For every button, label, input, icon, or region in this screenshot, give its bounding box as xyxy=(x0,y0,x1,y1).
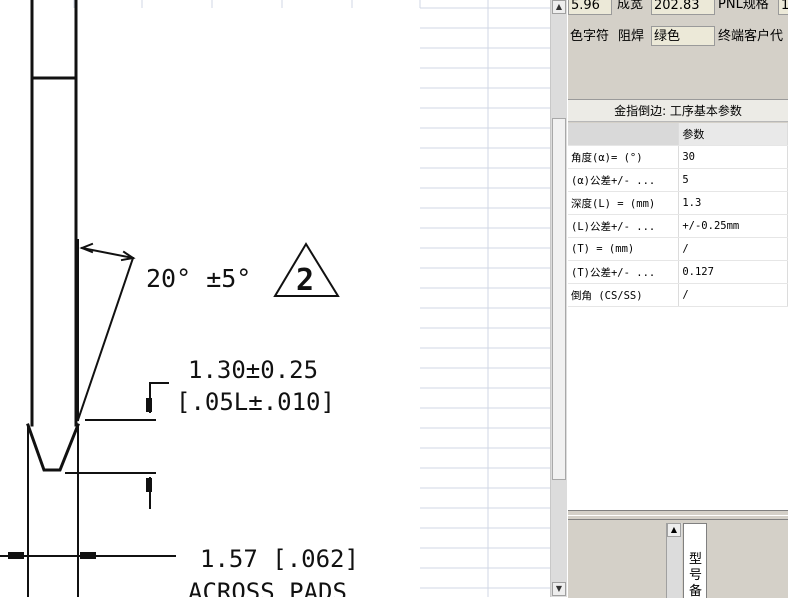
param-value[interactable]: 1.3 xyxy=(678,191,788,215)
depth-arrow xyxy=(146,398,152,412)
chamfer-drawing: 20° ±5° 2 1.30±0.25 [.05L±.010] 1.57 [.0… xyxy=(0,0,359,597)
table-row[interactable]: (α)公差+/- ... 5 xyxy=(568,168,788,192)
parameter-panel: 5.96 成宽 202.83 PNL规格 1 色字符 阻焊 绿色 终端客户代 金… xyxy=(568,0,788,599)
param-value[interactable]: 30 xyxy=(678,145,788,169)
tip-arrow xyxy=(146,478,152,492)
end-customer-label: 终端客户代 xyxy=(718,29,784,44)
param-name: (T) = (mm) xyxy=(568,237,680,261)
pads-caption: ACROSS PADS xyxy=(188,578,347,597)
note-number: 2 xyxy=(296,263,314,298)
parameter-grid-empty-area xyxy=(568,307,788,510)
param-name: (α)公差+/- ... xyxy=(568,168,680,192)
sheet-vertical-scrollbar[interactable]: ▲ ▼ xyxy=(550,0,567,597)
pnl-spec-label: PNL规格 xyxy=(718,0,769,12)
value-field-1[interactable]: 5.96 xyxy=(568,0,612,15)
depth-label-in: [.05L±.010] xyxy=(176,388,335,416)
column-header-params: 参数 xyxy=(678,123,788,146)
param-name: 角度(α)= (°) xyxy=(568,145,680,169)
param-name: 倒角 (CS/SS) xyxy=(568,283,680,307)
scroll-thumb[interactable] xyxy=(552,118,566,480)
bottom-scrollbar[interactable]: ▲ xyxy=(666,523,682,598)
row-header-corner xyxy=(568,123,680,146)
parameter-grid: 参数 角度(α)= (°) 30 (α)公差+/- ... 5 深度(L) = (m… xyxy=(568,123,788,307)
table-row[interactable]: (L)公差+/- ... +/-0.25mm xyxy=(568,214,788,238)
pads-arrow-left xyxy=(8,552,24,559)
table-row[interactable]: (T)公差+/- ... 0.127 xyxy=(568,260,788,284)
bevel-tip xyxy=(26,423,80,472)
param-value[interactable]: / xyxy=(678,283,788,307)
param-value[interactable]: / xyxy=(678,237,788,261)
table-row[interactable]: (T) = (mm) / xyxy=(568,237,788,261)
tab-model-number[interactable]: 型号备 xyxy=(683,523,707,599)
param-value[interactable]: +/-0.25mm xyxy=(678,214,788,238)
table-row[interactable]: 角度(α)= (°) 30 xyxy=(568,145,788,169)
tab-model-number-label: 型号备 xyxy=(689,552,703,599)
spreadsheet-area[interactable]: 20° ±5° 2 1.30±0.25 [.05L±.010] 1.57 [.0… xyxy=(0,0,550,597)
param-name: 深度(L) = (mm) xyxy=(568,191,680,215)
scroll-up-icon[interactable]: ▲ xyxy=(552,0,566,14)
pnl-spec-field[interactable]: 1 xyxy=(778,0,788,15)
depth-label-mm: 1.30±0.25 xyxy=(188,356,318,384)
angle-label: 20° ±5° xyxy=(146,264,251,293)
param-value[interactable]: 5 xyxy=(678,168,788,192)
finished-width-field[interactable]: 202.83 xyxy=(651,0,715,15)
scroll-down-icon[interactable]: ▼ xyxy=(552,582,566,596)
param-name: (L)公差+/- ... xyxy=(568,214,680,238)
bottom-pane: ▲ 型号备 xyxy=(568,510,788,599)
param-value[interactable]: 0.127 xyxy=(678,260,788,284)
solder-mask-label: 阻焊 xyxy=(618,29,645,44)
solder-mask-field[interactable]: 绿色 xyxy=(651,26,715,46)
scroll-up-icon[interactable]: ▲ xyxy=(667,523,681,537)
parameter-grid-title: 金指倒边: 工序基本参数 xyxy=(568,99,788,122)
depth-leader xyxy=(149,382,169,413)
table-row[interactable]: 深度(L) = (mm) 1.3 xyxy=(568,191,788,215)
splitter[interactable] xyxy=(568,515,788,520)
silkscreen-label: 色字符 xyxy=(568,27,612,47)
finished-width-label: 成宽 xyxy=(617,0,644,12)
table-row[interactable]: 倒角 (CS/SS) / xyxy=(568,283,788,307)
angle-slope-line xyxy=(76,256,135,422)
pads-label: 1.57 [.062] xyxy=(200,545,359,573)
pads-arrow-right xyxy=(80,552,96,559)
param-name: (T)公差+/- ... xyxy=(568,260,680,284)
